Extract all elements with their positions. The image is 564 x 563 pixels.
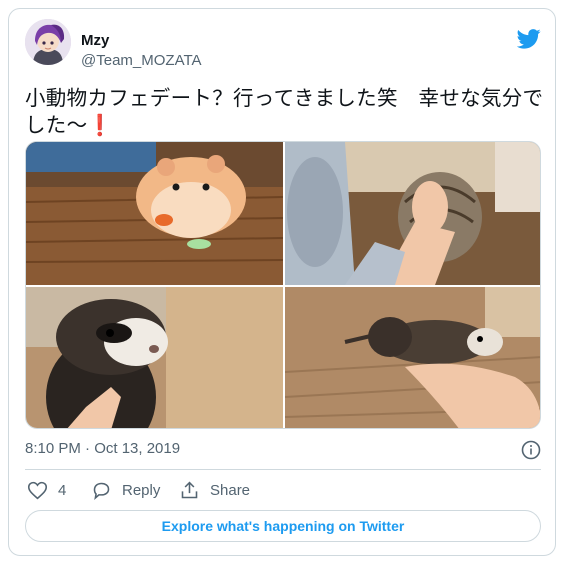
twitter-bird-icon[interactable] bbox=[517, 29, 541, 49]
like-count: 4 bbox=[58, 481, 67, 499]
share-button[interactable]: Share bbox=[179, 479, 250, 501]
hamster-photo[interactable] bbox=[26, 142, 283, 285]
exclamation-emoji: ❗ bbox=[87, 114, 114, 137]
ferret-hand-photo[interactable] bbox=[285, 287, 540, 428]
tweet-text: 小動物カフェデート？行ってきました笑 幸せな気分でした〜❗ bbox=[25, 85, 545, 139]
media-grid bbox=[25, 141, 541, 429]
tweet-actions: 4 Reply Share bbox=[25, 479, 541, 501]
share-label: Share bbox=[210, 481, 251, 499]
heart-icon bbox=[27, 481, 48, 499]
like-button[interactable]: 4 bbox=[27, 479, 66, 501]
avatar[interactable] bbox=[25, 19, 71, 65]
explore-button[interactable]: Explore what's happening on Twitter bbox=[25, 510, 541, 542]
reply-button[interactable]: Reply bbox=[91, 479, 160, 501]
author-name[interactable]: Mzy bbox=[81, 32, 109, 49]
avatar-illustration bbox=[25, 19, 71, 65]
author-handle[interactable]: @Team_MOZATA bbox=[81, 52, 202, 69]
info-icon[interactable] bbox=[521, 440, 541, 460]
tweet-card: Mzy @Team_MOZATA 小動物カフェデート？行ってきました笑 幸せな気… bbox=[8, 8, 556, 556]
share-icon bbox=[181, 481, 198, 498]
tweet-header: Mzy @Team_MOZATA bbox=[25, 19, 541, 69]
timestamp[interactable]: 8:10 PM · Oct 13, 2019 bbox=[25, 440, 180, 457]
tweet-meta: 8:10 PM · Oct 13, 2019 bbox=[25, 440, 541, 460]
divider bbox=[25, 469, 541, 470]
ferret-closeup-photo[interactable] bbox=[26, 287, 283, 428]
reply-label: Reply bbox=[122, 481, 161, 499]
meerkat-photo[interactable] bbox=[285, 142, 540, 285]
reply-icon bbox=[93, 482, 110, 500]
